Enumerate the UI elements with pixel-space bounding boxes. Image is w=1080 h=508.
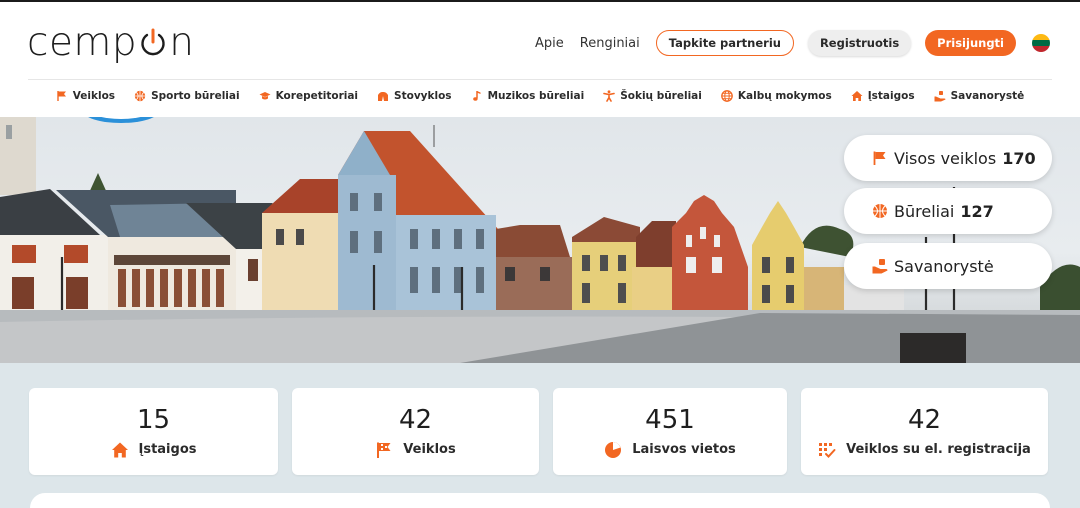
- home-icon: [111, 442, 128, 457]
- header: cemp n Apie Renginiai Tapkite partneriu …: [0, 0, 1080, 117]
- category-sports[interactable]: Sporto būreliai: [134, 90, 240, 102]
- helping-hand-icon: [934, 91, 946, 102]
- stat-label: Įstaigos: [138, 442, 197, 457]
- header-divider: [28, 79, 1052, 80]
- volunteering-link[interactable]: Savanorystė: [844, 243, 1052, 289]
- checklist-icon: [819, 442, 836, 458]
- about-link[interactable]: Apie: [535, 36, 564, 51]
- logo-text-left: cemp: [27, 19, 138, 65]
- power-icon: [138, 27, 168, 57]
- category-label: Šokių būreliai: [620, 90, 702, 102]
- events-link[interactable]: Renginiai: [580, 36, 640, 51]
- stat-value: 451: [645, 404, 695, 435]
- stat-label: Laisvos vietos: [632, 442, 736, 457]
- stat-card-free-places[interactable]: 451 Laisvos vietos: [553, 388, 787, 475]
- stat-value: 42: [398, 404, 433, 435]
- category-dance[interactable]: Šokių būreliai: [603, 90, 702, 102]
- all-activities-link[interactable]: Visos veiklos 170: [844, 135, 1052, 181]
- category-label: Muzikos būreliai: [487, 90, 585, 102]
- page: cemp n Apie Renginiai Tapkite partneriu …: [0, 0, 1080, 508]
- category-label: Savanorystė: [950, 90, 1025, 102]
- home-icon: [851, 91, 863, 101]
- category-navigation: Veiklos Sporto būreliai Korepetitoriai S…: [0, 90, 1080, 102]
- stat-value: 15: [136, 404, 171, 435]
- category-camps[interactable]: Stovyklos: [377, 90, 452, 102]
- category-label: Sporto būreliai: [151, 90, 240, 102]
- stat-label: Veiklos: [403, 442, 456, 457]
- tent-icon: [378, 91, 389, 101]
- stats-row: 15 Įstaigos 42 Veiklos 451 Laisvos vieto…: [29, 388, 1048, 475]
- graduation-cap-icon: [259, 92, 271, 100]
- logo[interactable]: cemp n: [27, 16, 194, 68]
- partner-button[interactable]: Tapkite partneriu: [655, 30, 794, 56]
- dancer-icon: [603, 90, 616, 102]
- register-button[interactable]: Registruotis: [807, 30, 912, 56]
- flag-icon: [57, 91, 66, 101]
- flag-icon: [377, 442, 391, 458]
- content-card: [30, 493, 1050, 508]
- basketball-icon: [873, 204, 887, 218]
- category-label: Stovyklos: [394, 90, 452, 102]
- category-label: Korepetitoriai: [275, 90, 359, 102]
- category-volunteering[interactable]: Savanorystė: [934, 90, 1025, 102]
- flag-icon: [873, 151, 886, 165]
- category-tutors[interactable]: Korepetitoriai: [259, 90, 358, 102]
- stat-value: 42: [907, 404, 942, 435]
- pie-chart-icon: [605, 441, 622, 458]
- basketball-icon: [134, 90, 146, 102]
- category-institutions[interactable]: Įstaigos: [851, 90, 915, 102]
- category-activities[interactable]: Veiklos: [56, 90, 115, 102]
- top-navigation: Apie Renginiai Tapkite partneriu Registr…: [535, 30, 1050, 56]
- stat-card-institutions[interactable]: 15 Įstaigos: [29, 388, 278, 475]
- stat-card-e-registration[interactable]: 42 Veiklos su el. registracija: [801, 388, 1048, 475]
- music-note-icon: [472, 91, 481, 101]
- lithuania-flag-icon[interactable]: [1032, 34, 1050, 52]
- login-button[interactable]: Prisijungti: [925, 30, 1016, 56]
- category-music[interactable]: Muzikos būreliai: [471, 90, 585, 102]
- hero-link-label: Būreliai: [894, 201, 955, 221]
- category-label: Veiklos: [72, 90, 116, 102]
- stat-card-activities[interactable]: 42 Veiklos: [292, 388, 539, 475]
- hero-link-label: Savanorystė: [894, 256, 994, 276]
- category-label: Kalbų mokymos: [737, 90, 832, 102]
- hero-link-count: 170: [1002, 148, 1036, 168]
- category-languages[interactable]: Kalbų mokymos: [721, 90, 832, 102]
- category-label: Įstaigos: [867, 90, 915, 102]
- stat-label: Veiklos su el. registracija: [846, 442, 1031, 457]
- hero-link-label: Visos veiklos: [894, 148, 997, 168]
- logo-text-right: n: [169, 19, 195, 65]
- hero-link-count: 127: [960, 201, 994, 221]
- helping-hand-icon: [872, 259, 888, 274]
- globe-icon: [721, 90, 733, 102]
- hero-banner: Visos veiklos 170 Būreliai 127 Savanorys…: [0, 117, 1080, 363]
- clubs-link[interactable]: Būreliai 127: [844, 188, 1052, 234]
